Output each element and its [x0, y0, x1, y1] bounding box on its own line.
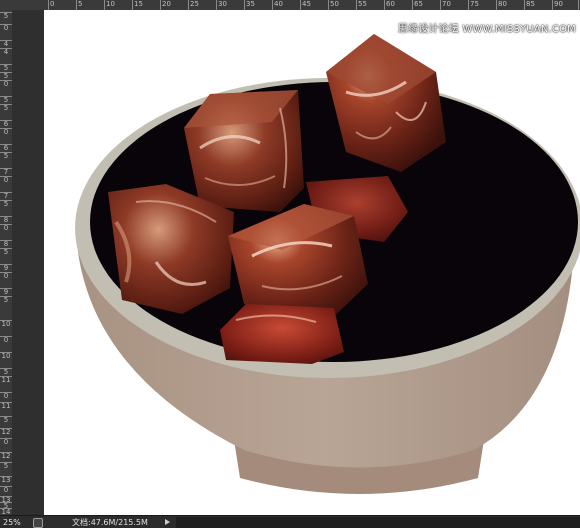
ruler-tick: 20 — [160, 0, 171, 10]
ruler-tick: 5 — [76, 0, 83, 10]
ruler-tick: 9 — [0, 264, 12, 272]
ruler-tick: 5 — [0, 296, 12, 304]
ruler-tick: 10 — [0, 352, 12, 360]
ruler-tick: 40 — [272, 0, 283, 10]
ruler-tick: 10 — [0, 320, 12, 328]
ruler-tick: 0 — [0, 438, 12, 446]
document-status-icon[interactable] — [33, 518, 43, 528]
ruler-tick: 0 — [0, 176, 12, 184]
photoshop-window: 0 5 10 15 20 25 30 35 40 45 50 55 60 65 … — [0, 0, 580, 528]
ruler-tick: 12 — [0, 452, 12, 460]
ruler-tick: 12 — [0, 428, 12, 436]
document-canvas[interactable]: 思缘设计论坛 WWW.MISSYUAN.COM — [44, 10, 580, 515]
ruler-tick: 25 — [188, 0, 199, 10]
ruler-tick: 65 — [412, 0, 423, 10]
ruler-tick: 75 — [468, 0, 479, 10]
ruler-tick: 11 — [0, 402, 12, 410]
ruler-tick: 13 — [0, 476, 12, 484]
ruler-tick: 55 — [356, 0, 367, 10]
ruler-tick: 0 — [48, 0, 55, 10]
bowl-illustration — [75, 34, 580, 494]
ruler-tick: 11 — [0, 376, 12, 384]
ruler-tick: 5 — [0, 416, 12, 424]
ruler-tick: 14 — [0, 508, 12, 515]
ruler-tick: 5 — [0, 96, 12, 104]
document-size-info[interactable]: 文档:47.6M/215.5M — [72, 516, 148, 528]
ruler-tick: 5 — [0, 152, 12, 160]
ruler-tick: 60 — [384, 0, 395, 10]
ruler-tick: 5 — [0, 64, 12, 72]
ruler-tick: 8 — [0, 240, 12, 248]
meat-cube — [184, 90, 304, 212]
ruler-tick: 70 — [440, 0, 451, 10]
ruler-tick: 80 — [496, 0, 507, 10]
ruler-tick: 5 — [0, 12, 12, 20]
ruler-tick: 0 — [0, 392, 12, 400]
status-menu-arrow-icon[interactable] — [165, 519, 170, 525]
ruler-tick: 4 — [0, 40, 12, 48]
meat-cube — [220, 304, 344, 364]
ruler-tick: 8 — [0, 216, 12, 224]
ruler-tick: 0 — [0, 272, 12, 280]
ruler-tick: 6 — [0, 120, 12, 128]
ruler-tick: 0 — [0, 128, 12, 136]
ruler-tick: 0 — [0, 336, 12, 344]
horizontal-scrollbar[interactable] — [176, 517, 580, 528]
ruler-tick: 5 — [0, 200, 12, 208]
ruler-tick: 9 — [0, 288, 12, 296]
ruler-tick: 6 — [0, 144, 12, 152]
ruler-tick: 5 — [0, 72, 12, 80]
ruler-tick: 5 — [0, 368, 12, 376]
ruler-tick: 10 — [104, 0, 115, 10]
ruler-tick: 90 — [552, 0, 563, 10]
ruler-tick: 85 — [524, 0, 535, 10]
ruler-tick: 7 — [0, 168, 12, 176]
ruler-tick: 0 — [0, 24, 12, 32]
ruler-tick: 0 — [0, 80, 12, 88]
watermark-text: 思缘设计论坛 WWW.MISSYUAN.COM — [397, 24, 576, 35]
status-bar: 25% 文档:47.6M/215.5M — [0, 515, 580, 528]
ruler-tick: 5 — [0, 248, 12, 256]
ruler-tick: 7 — [0, 192, 12, 200]
pasteboard[interactable] — [12, 10, 44, 515]
ruler-tick: 15 — [132, 0, 143, 10]
ruler-tick: 0 — [0, 224, 12, 232]
ruler-tick: 5 — [0, 462, 12, 470]
ruler-tick: 35 — [244, 0, 255, 10]
ruler-tick: 45 — [300, 0, 311, 10]
ruler-tick: 30 — [216, 0, 227, 10]
ruler-tick: 4 — [0, 48, 12, 56]
ruler-tick: 50 — [328, 0, 339, 10]
ruler-tick: 0 — [0, 486, 12, 494]
ruler-tick: 5 — [0, 104, 12, 112]
zoom-level[interactable]: 25% — [3, 516, 29, 528]
